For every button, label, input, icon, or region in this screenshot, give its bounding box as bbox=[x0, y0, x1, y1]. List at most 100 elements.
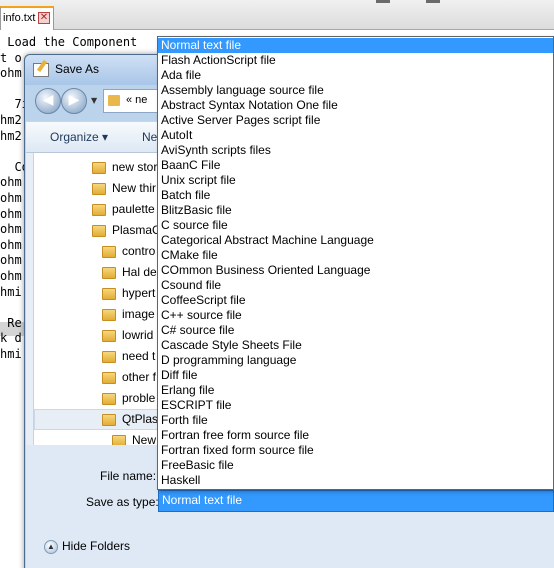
editor-line: ohm bbox=[0, 66, 22, 81]
dropdown-option[interactable]: Flash ActionScript file bbox=[158, 53, 553, 68]
folder-icon bbox=[102, 371, 116, 384]
tree-item-label: contro bbox=[122, 244, 156, 258]
folder-icon bbox=[102, 329, 116, 342]
hide-folders-label: Hide Folders bbox=[62, 539, 131, 553]
tree-item-label: New bbox=[132, 433, 157, 445]
folder-icon bbox=[112, 434, 126, 445]
editor-line: ohm bbox=[0, 191, 22, 205]
organize-button[interactable]: Organize ▾ bbox=[50, 130, 108, 144]
close-icon[interactable]: ✕ bbox=[38, 12, 50, 24]
editor-line: Re bbox=[0, 315, 22, 330]
folder-icon bbox=[102, 245, 116, 258]
tree-item[interactable]: Hal de bbox=[102, 262, 157, 283]
dropdown-option[interactable]: COmmon Business Oriented Language bbox=[158, 263, 553, 278]
toolbar-mark-icon bbox=[426, 0, 440, 3]
folder-icon bbox=[102, 287, 116, 300]
folder-icon bbox=[92, 203, 106, 216]
tree-item-label: lowrid bbox=[122, 328, 154, 342]
dropdown-option[interactable]: Fortran free form source file bbox=[158, 428, 553, 443]
chevron-up-icon: ▲ bbox=[44, 539, 58, 554]
tree-item-label: QtPlas bbox=[122, 412, 159, 426]
tree-item-label: image bbox=[122, 307, 155, 321]
folder-icon bbox=[102, 266, 116, 279]
folder-icon bbox=[108, 95, 120, 106]
notepad-icon bbox=[33, 63, 49, 77]
folder-icon bbox=[92, 182, 106, 195]
tree-item-label: other f bbox=[122, 370, 157, 384]
recent-locations-chevron-icon[interactable]: ▼ bbox=[91, 96, 97, 105]
dropdown-option[interactable]: Forth file bbox=[158, 413, 553, 428]
dropdown-option[interactable]: Diff file bbox=[158, 368, 553, 383]
editor-line: ohm bbox=[0, 269, 22, 283]
dropdown-option[interactable]: Assembly language source file bbox=[158, 83, 553, 98]
tree-item[interactable]: other f bbox=[102, 367, 156, 388]
tab-info-txt[interactable]: info.txt ✕ bbox=[0, 6, 54, 30]
dropdown-option[interactable]: CoffeeScript file bbox=[158, 293, 553, 308]
dropdown-option[interactable]: AviSynth scripts files bbox=[158, 143, 553, 158]
dropdown-option[interactable]: Cascade Style Sheets File bbox=[158, 338, 553, 353]
editor-line: Load the Component bbox=[0, 35, 138, 49]
dropdown-option[interactable]: Fortran fixed form source file bbox=[158, 443, 553, 458]
dropdown-option[interactable]: BaanC File bbox=[158, 158, 553, 173]
tree-item[interactable]: need t bbox=[102, 346, 155, 367]
dropdown-option[interactable]: Normal text file bbox=[158, 38, 553, 53]
dropdown-option[interactable]: Unix script file bbox=[158, 173, 553, 188]
address-path: « ne bbox=[126, 94, 148, 106]
tree-item[interactable]: New bbox=[112, 430, 156, 445]
tree-item[interactable]: QtPlas bbox=[102, 409, 158, 430]
tree-item-label: New thir bbox=[112, 181, 157, 195]
folder-icon bbox=[102, 392, 116, 405]
dropdown-option[interactable]: ESCRIPT file bbox=[158, 398, 553, 413]
editor-line: ohm bbox=[0, 222, 22, 237]
dropdown-option[interactable]: C source file bbox=[158, 218, 553, 233]
dropdown-option[interactable]: D programming language bbox=[158, 353, 553, 368]
dropdown-option[interactable]: Csound file bbox=[158, 278, 553, 293]
hide-folders-button[interactable]: ▲ Hide Folders bbox=[44, 539, 130, 554]
tree-item[interactable]: image bbox=[102, 304, 155, 325]
editor-line: ohm bbox=[0, 237, 22, 252]
tree-item[interactable]: contro bbox=[102, 241, 155, 262]
dropdown-option[interactable]: C++ source file bbox=[158, 308, 553, 323]
back-arrow-icon[interactable]: ◀ bbox=[35, 88, 61, 114]
forward-arrow-icon[interactable]: ▶ bbox=[61, 88, 87, 114]
tree-item[interactable]: hypert bbox=[102, 283, 155, 304]
tree-item[interactable]: PlasmaC bbox=[92, 220, 161, 241]
save-as-type-select[interactable]: Normal text file bbox=[158, 490, 554, 512]
file-type-dropdown-list[interactable]: Normal text file Flash ActionScript file A… bbox=[157, 36, 554, 490]
tree-item[interactable]: lowrid bbox=[102, 325, 153, 346]
folder-icon bbox=[102, 350, 116, 363]
folder-icon bbox=[102, 413, 116, 426]
tree-item[interactable]: New thir bbox=[92, 178, 156, 199]
dropdown-option[interactable]: C# source file bbox=[158, 323, 553, 338]
tree-item-label: new stor bbox=[112, 160, 158, 174]
dropdown-option[interactable]: Active Server Pages script file bbox=[158, 113, 553, 128]
folder-icon bbox=[92, 161, 106, 174]
tree-item[interactable]: proble bbox=[102, 388, 155, 409]
tree-item[interactable]: paulette bbox=[92, 199, 155, 220]
dropdown-option[interactable]: Haskell bbox=[158, 473, 553, 488]
dropdown-option[interactable]: Abstract Syntax Notation One file bbox=[158, 98, 553, 113]
editor-line: t o bbox=[0, 50, 22, 65]
editor-line: hmi bbox=[0, 284, 22, 299]
editor-line: ohm bbox=[0, 206, 22, 221]
tree-scrollbar[interactable] bbox=[26, 153, 34, 445]
editor-line: ohm bbox=[0, 253, 22, 268]
dropdown-option[interactable]: CMake file bbox=[158, 248, 553, 263]
dropdown-option[interactable]: BlitzBasic file bbox=[158, 203, 553, 218]
dropdown-option[interactable]: Categorical Abstract Machine Language bbox=[158, 233, 553, 248]
dropdown-option[interactable]: Erlang file bbox=[158, 383, 553, 398]
new-folder-button[interactable]: Ne bbox=[142, 130, 157, 144]
tree-item[interactable]: new stor bbox=[92, 157, 157, 178]
folder-icon bbox=[102, 308, 116, 321]
dropdown-option[interactable]: Ada file bbox=[158, 68, 553, 83]
dropdown-option[interactable]: Batch file bbox=[158, 188, 553, 203]
editor-line: k d bbox=[0, 331, 22, 346]
tree-item-label: proble bbox=[122, 391, 156, 405]
dropdown-option[interactable]: AutoIt bbox=[158, 128, 553, 143]
editor-tab-bar: info.txt ✕ bbox=[0, 0, 554, 30]
editor-line: hmi bbox=[0, 347, 22, 361]
toolbar-mark-icon bbox=[376, 0, 390, 3]
save-as-type-label: Save as type: bbox=[86, 495, 159, 509]
tab-label: info.txt bbox=[3, 12, 36, 24]
dropdown-option[interactable]: FreeBasic file bbox=[158, 458, 553, 473]
